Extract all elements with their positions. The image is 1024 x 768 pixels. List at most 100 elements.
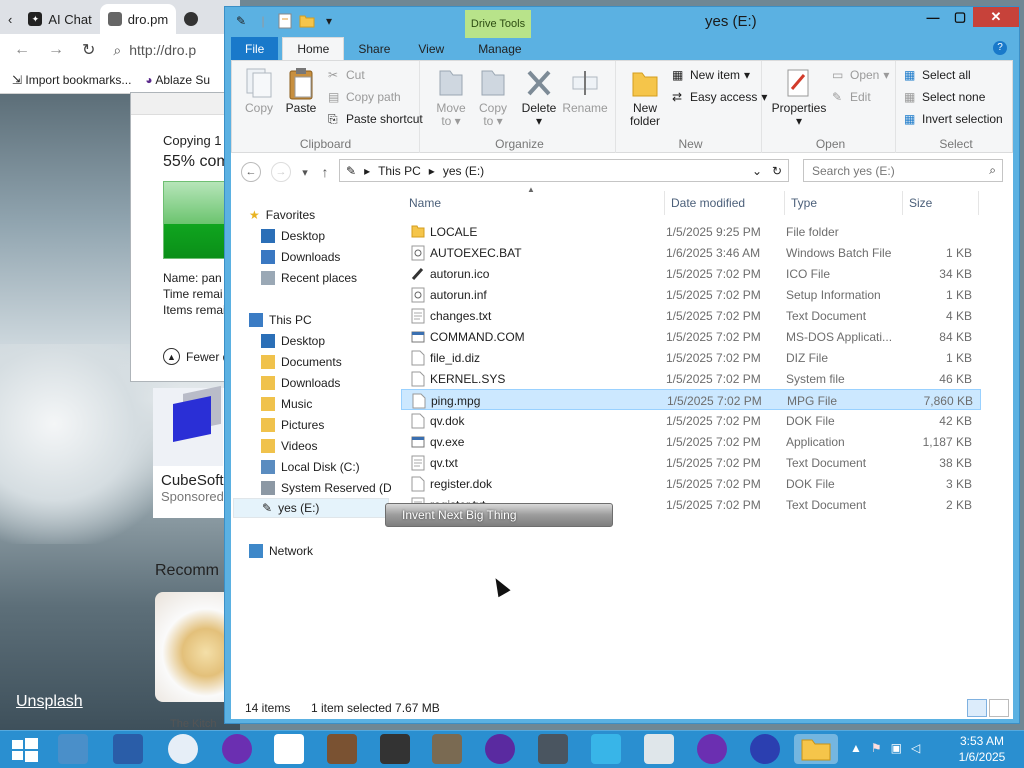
- computer-info-icon[interactable]: [538, 734, 568, 764]
- file-row[interactable]: autorun.inf 1/5/2025 7:02 PM Setup Informa…: [401, 284, 981, 305]
- window-app-icon[interactable]: [644, 734, 674, 764]
- help-icon[interactable]: ?: [993, 41, 1007, 55]
- tab-home[interactable]: Home: [282, 37, 345, 60]
- back-button[interactable]: ←: [241, 162, 261, 182]
- nav-pc-system-reserved[interactable]: System Reserved (D:: [261, 478, 391, 498]
- nav-pc-pictures[interactable]: Pictures: [261, 415, 324, 435]
- unsplash-link[interactable]: Unsplash: [16, 693, 83, 711]
- easy-access-button[interactable]: ⇄ Easy access ▾: [672, 87, 767, 107]
- nav-fav-downloads[interactable]: Downloads: [261, 247, 340, 267]
- volume-icon[interactable]: ◁: [911, 741, 920, 755]
- browser-url-bar[interactable]: ⌕ http://dro.p: [113, 42, 196, 59]
- reload-icon[interactable]: ↻: [82, 40, 95, 60]
- gimp-icon[interactable]: [432, 734, 462, 764]
- w-app-icon[interactable]: [591, 734, 621, 764]
- browser-tab-ai-chat[interactable]: ✦ AI Chat: [20, 4, 99, 34]
- file-explorer-taskbar-button[interactable]: [794, 734, 838, 764]
- file-row[interactable]: LOCALE 1/5/2025 9:25 PM File folder: [401, 221, 981, 242]
- server-manager-icon[interactable]: [58, 734, 88, 764]
- nav-this-pc[interactable]: This PC: [249, 310, 312, 330]
- details-view-icon[interactable]: [967, 699, 987, 717]
- network-status-icon[interactable]: ▣: [891, 741, 902, 755]
- nav-pc-documents[interactable]: Documents: [261, 352, 342, 372]
- breadcrumb-drive[interactable]: yes (E:): [443, 164, 484, 178]
- file-row[interactable]: qv.exe 1/5/2025 7:02 PM Application 1,187 K…: [401, 431, 981, 452]
- clock[interactable]: 3:53 AM 1/6/2025: [950, 733, 1014, 765]
- browser-tab-collapsed[interactable]: ‹: [0, 4, 20, 34]
- nav-network[interactable]: Network: [249, 541, 313, 561]
- copy-to-button[interactable]: Copy to ▾: [470, 67, 516, 128]
- nav-favorites[interactable]: ★ Favorites: [249, 205, 315, 225]
- edit-button[interactable]: ✎ Edit: [832, 87, 871, 107]
- browser-tab-dropm[interactable]: dro.pm: [99, 4, 177, 34]
- column-header-size[interactable]: Size: [903, 191, 979, 215]
- file-row[interactable]: qv.txt 1/5/2025 7:02 PM Text Document 38 KB: [401, 452, 981, 473]
- show-hidden-icons-icon[interactable]: ▲: [850, 741, 862, 755]
- select-all-button[interactable]: ▦ Select all: [904, 65, 971, 85]
- nav-pc-videos[interactable]: Videos: [261, 436, 317, 456]
- nav-pc-yes-drive[interactable]: ✎ yes (E:): [233, 498, 389, 518]
- paste-shortcut-button[interactable]: ⎘ Paste shortcut: [328, 109, 423, 129]
- refresh-icon[interactable]: ↻: [772, 164, 782, 178]
- yahoo-messenger-icon[interactable]: [222, 734, 252, 764]
- invert-selection-button[interactable]: ▦ Invert selection: [904, 109, 1003, 129]
- back-arrow-icon[interactable]: ←: [14, 41, 30, 59]
- properties-quick-icon[interactable]: [277, 13, 293, 29]
- new-item-button[interactable]: ▦ New item ▾: [672, 65, 750, 85]
- bookmark-ablaze[interactable]: ◕ Ablaze Su: [145, 73, 210, 87]
- copy-path-button[interactable]: ▤ Copy path: [328, 87, 401, 107]
- nav-pc-music[interactable]: Music: [261, 394, 312, 414]
- maximize-button[interactable]: ▢: [947, 7, 973, 27]
- file-row[interactable]: changes.txt 1/5/2025 7:02 PM Text Document…: [401, 305, 981, 326]
- column-header-date[interactable]: Date modified: [665, 191, 785, 215]
- select-none-button[interactable]: ▦ Select none: [904, 87, 985, 107]
- new-folder-button[interactable]: New folder: [622, 67, 668, 128]
- large-icons-view-icon[interactable]: [989, 699, 1009, 717]
- file-row[interactable]: KERNEL.SYS 1/5/2025 7:02 PM System file 46 …: [401, 368, 981, 389]
- nav-pc-downloads[interactable]: Downloads: [261, 373, 340, 393]
- new-folder-quick-icon[interactable]: [299, 13, 315, 29]
- nav-pc-local-disk[interactable]: Local Disk (C:): [261, 457, 360, 477]
- file-row[interactable]: qv.dok 1/5/2025 7:02 PM DOK File 42 KB: [401, 410, 981, 431]
- move-to-button[interactable]: Move to ▾: [428, 67, 474, 128]
- customize-toolbar-icon[interactable]: ▾: [321, 13, 337, 29]
- breadcrumb-this-pc[interactable]: This PC: [378, 164, 421, 178]
- minimize-button[interactable]: —: [919, 7, 947, 27]
- cut-button[interactable]: ✂ Cut: [328, 65, 365, 85]
- file-row[interactable]: COMMAND.COM 1/5/2025 7:02 PM MS-DOS Applic…: [401, 326, 981, 347]
- copy-button[interactable]: Copy: [236, 67, 282, 115]
- address-bar[interactable]: ✎ ▸ This PC ▸ yes (E:) ⌄ ↻: [339, 159, 789, 182]
- minecraft-icon[interactable]: [327, 734, 357, 764]
- tab-file[interactable]: File: [231, 37, 279, 60]
- rename-button[interactable]: Rename: [562, 67, 608, 115]
- up-button[interactable]: ↑: [315, 162, 335, 182]
- nav-fav-recent-places[interactable]: Recent places: [261, 268, 357, 288]
- chevron-down-icon[interactable]: ⌄: [752, 164, 762, 178]
- close-button[interactable]: ✕: [973, 7, 1019, 27]
- column-header-name[interactable]: Name ▲: [403, 185, 665, 215]
- f-app-icon[interactable]: [750, 734, 780, 764]
- search-input[interactable]: Search yes (E:) ⌕: [803, 159, 1003, 182]
- paste-button[interactable]: Paste: [278, 67, 324, 115]
- start-button[interactable]: [10, 734, 40, 764]
- open-button[interactable]: ▭ Open ▾: [832, 65, 889, 85]
- drive-icon[interactable]: ✎: [233, 13, 249, 29]
- file-row[interactable]: autorun.ico 1/5/2025 7:02 PM ICO File 34 KB: [401, 263, 981, 284]
- browser-tab-github[interactable]: [176, 4, 206, 34]
- yahoo-messenger-2-icon[interactable]: [697, 734, 727, 764]
- column-header-type[interactable]: Type: [785, 191, 903, 215]
- file-row[interactable]: file_id.diz 1/5/2025 7:02 PM DIZ File 1 KB: [401, 347, 981, 368]
- bookmark-import[interactable]: ⇲ Import bookmarks...: [12, 73, 131, 87]
- forward-arrow-icon[interactable]: →: [48, 41, 64, 59]
- recent-locations-button[interactable]: ▾: [295, 162, 315, 182]
- nav-fav-desktop[interactable]: Desktop: [261, 226, 325, 246]
- action-center-icon[interactable]: ⚑: [871, 741, 882, 755]
- tab-manage[interactable]: Manage: [464, 37, 535, 60]
- browser-icon[interactable]: [168, 734, 198, 764]
- nav-pc-desktop[interactable]: Desktop: [261, 331, 325, 351]
- file-row[interactable]: register.dok 1/5/2025 7:02 PM DOK File 3 KB: [401, 473, 981, 494]
- powershell-icon[interactable]: [113, 734, 143, 764]
- tab-share[interactable]: Share: [344, 37, 404, 60]
- virus-icon[interactable]: [485, 734, 515, 764]
- file-row[interactable]: ping.mpg 1/5/2025 7:02 PM MPG File 7,860 KB: [401, 389, 981, 410]
